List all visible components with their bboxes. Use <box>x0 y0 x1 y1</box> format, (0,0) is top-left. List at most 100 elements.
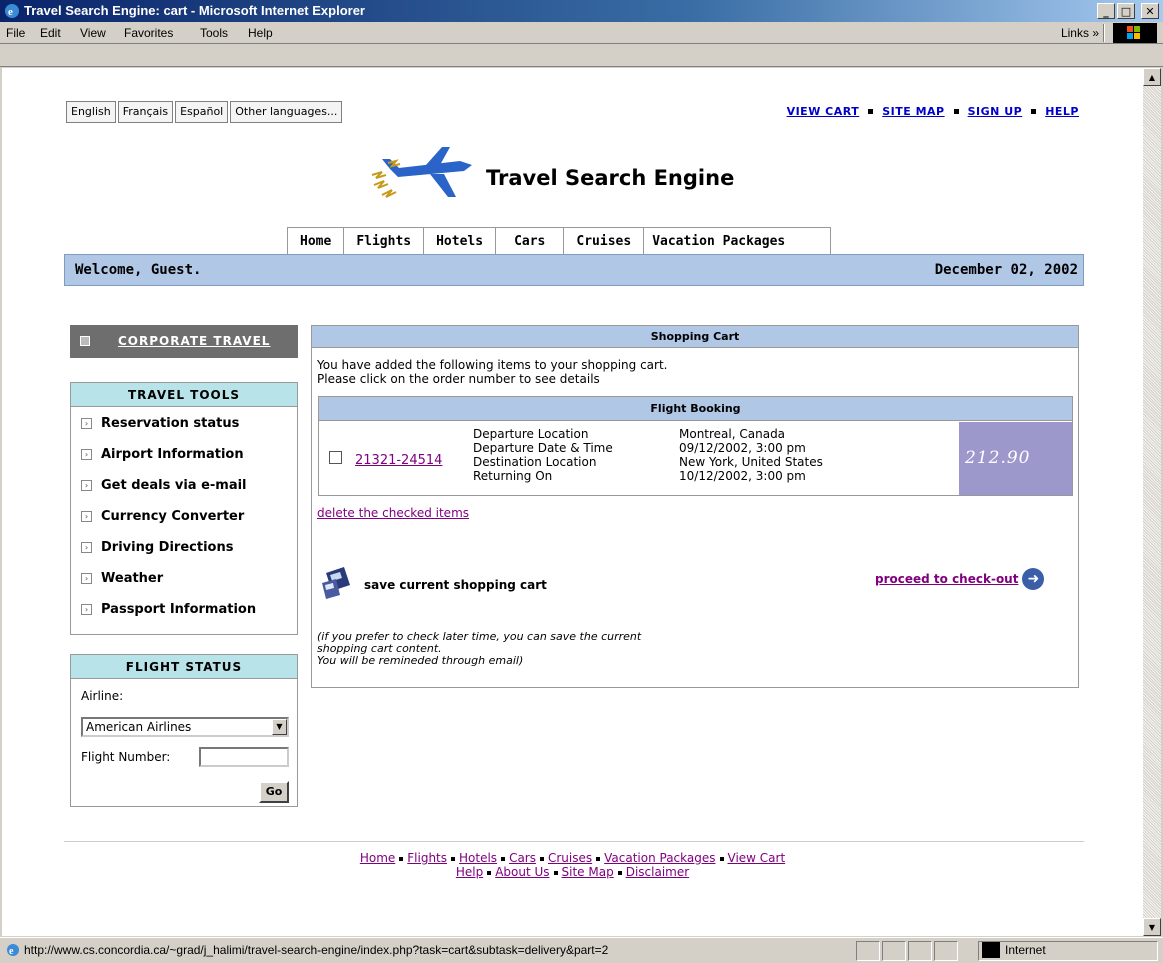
brand-name: Travel Search Engine <box>486 166 735 190</box>
security-zone: Internet <box>1005 943 1046 957</box>
arrow-box-icon: › <box>81 573 92 584</box>
tab-hotels[interactable]: Hotels <box>424 228 497 255</box>
tool-weather[interactable]: › Weather <box>71 565 297 596</box>
main-nav: Home Flights Hotels Cars Cruises Vacatio… <box>287 227 832 255</box>
ie-logo-icon: e <box>5 4 19 18</box>
lang-other[interactable]: Other languages... <box>230 101 343 123</box>
menu-file[interactable]: File <box>6 26 25 40</box>
tool-label: Reservation status <box>101 416 240 431</box>
corporate-travel-link[interactable]: CORPORATE TRAVEL <box>118 334 270 348</box>
separator-square <box>953 109 959 114</box>
flight-booking-heading: Flight Booking <box>319 397 1072 421</box>
booking-labels: Departure Location Departure Date & Time… <box>473 427 613 483</box>
checkout-link[interactable]: proceed to check-out <box>875 572 1018 586</box>
svg-text:e: e <box>8 6 13 18</box>
toolbar-separator <box>1103 24 1105 42</box>
footer-vacation-packages[interactable]: Vacation Packages <box>604 851 715 865</box>
footer-view-cart[interactable]: View Cart <box>728 851 786 865</box>
tool-passport-information[interactable]: › Passport Information <box>71 596 297 627</box>
destination-location-label: Destination Location <box>473 455 597 469</box>
separator-square <box>617 870 622 875</box>
menu-favorites[interactable]: Favorites <box>124 26 173 40</box>
menu-bar: File Edit View Favorites Tools Help Link… <box>0 22 1163 44</box>
tool-label: Driving Directions <box>101 540 234 555</box>
save-cart-icon[interactable] <box>320 563 354 599</box>
footer-home[interactable]: Home <box>360 851 395 865</box>
departure-location-value: Montreal, Canada <box>679 427 786 441</box>
lang-espanol[interactable]: Español <box>175 101 229 123</box>
footer-hotels[interactable]: Hotels <box>459 851 497 865</box>
arrow-box-icon: › <box>81 511 92 522</box>
shopping-cart-panel: Shopping Cart You have added the followi… <box>311 325 1079 688</box>
booking-values: Montreal, Canada 09/12/2002, 3:00 pm New… <box>679 427 823 483</box>
tool-label: Weather <box>101 571 164 586</box>
separator-square <box>719 856 724 861</box>
tab-cars[interactable]: Cars <box>496 228 565 255</box>
tool-label: Currency Converter <box>101 509 245 524</box>
menu-view[interactable]: View <box>80 26 106 40</box>
minimize-button[interactable]: _ <box>1097 3 1115 19</box>
top-links: VIEW CART SITE MAP SIGN UP HELP <box>787 105 1079 118</box>
site-logo[interactable]: Travel Search Engine <box>368 147 788 203</box>
help-link[interactable]: HELP <box>1045 105 1079 118</box>
internet-zone-icon <box>982 942 1000 958</box>
travel-tools-heading: TRAVEL TOOLS <box>71 383 297 407</box>
tool-driving-directions[interactable]: › Driving Directions <box>71 534 297 565</box>
vertical-scrollbar[interactable]: ▲ ▼ <box>1143 68 1161 936</box>
tool-get-deals[interactable]: › Get deals via e-mail <box>71 472 297 503</box>
airline-select[interactable]: American Airlines ▼ <box>81 717 289 737</box>
maximize-button[interactable]: □ <box>1117 3 1135 19</box>
welcome-text: Welcome, Guest. <box>75 262 202 278</box>
corporate-travel-box: CORPORATE TRAVEL <box>70 325 298 358</box>
footer-about-us[interactable]: About Us <box>495 865 549 879</box>
flight-status-box: FLIGHT STATUS Airline: American Airlines… <box>70 654 298 807</box>
lang-english[interactable]: English <box>66 101 116 123</box>
sign-up-link[interactable]: SIGN UP <box>968 105 1023 118</box>
tab-vacation-packages[interactable]: Vacation Packages <box>644 228 831 255</box>
footer-help[interactable]: Help <box>456 865 483 879</box>
tab-cruises[interactable]: Cruises <box>564 228 645 255</box>
footer-cruises[interactable]: Cruises <box>548 851 592 865</box>
site-map-link[interactable]: SITE MAP <box>882 105 944 118</box>
tool-label: Get deals via e-mail <box>101 478 247 493</box>
airplane-logo-icon <box>371 147 472 198</box>
checkout-control: proceed to check-out ➜ <box>875 568 1045 590</box>
scroll-up-button[interactable]: ▲ <box>1143 68 1161 86</box>
menu-tools[interactable]: Tools <box>200 26 228 40</box>
tab-flights[interactable]: Flights <box>344 228 425 255</box>
view-cart-link[interactable]: VIEW CART <box>787 105 860 118</box>
tool-label: Passport Information <box>101 602 257 617</box>
tab-home[interactable]: Home <box>288 228 345 255</box>
order-checkbox[interactable] <box>329 451 342 464</box>
tool-currency-converter[interactable]: › Currency Converter <box>71 503 297 534</box>
menu-help[interactable]: Help <box>248 26 273 40</box>
close-button[interactable]: ✕ <box>1141 3 1159 19</box>
footer-site-map[interactable]: Site Map <box>562 865 614 879</box>
footer-flights[interactable]: Flights <box>407 851 447 865</box>
separator-square <box>596 856 601 861</box>
tool-label: Airport Information <box>101 447 244 462</box>
separator-square <box>501 856 506 861</box>
arrow-box-icon: › <box>81 480 92 491</box>
status-bar: e http://www.cs.concordia.ca/~grad/j_hal… <box>0 937 1163 963</box>
go-button[interactable]: Go <box>259 781 289 803</box>
footer-cars[interactable]: Cars <box>509 851 536 865</box>
returning-on-label: Returning On <box>473 469 553 483</box>
order-number-link[interactable]: 21321-24514 <box>355 453 442 468</box>
lang-francais[interactable]: Français <box>117 101 174 123</box>
tool-airport-information[interactable]: › Airport Information <box>71 441 297 472</box>
scroll-down-button[interactable]: ▼ <box>1143 918 1161 936</box>
plus-square-icon <box>80 336 90 346</box>
travel-tools-box: TRAVEL TOOLS › Reservation status › Airpor… <box>70 382 298 635</box>
delete-checked-link[interactable]: delete the checked items <box>317 506 469 520</box>
arrow-box-icon: › <box>81 418 92 429</box>
tool-reservation-status[interactable]: › Reservation status <box>71 410 297 441</box>
flight-number-input[interactable] <box>199 747 289 767</box>
save-cart-label[interactable]: save current shopping cart <box>364 578 547 592</box>
chevron-down-icon[interactable]: ▼ <box>272 719 287 735</box>
arrow-right-icon[interactable]: ➜ <box>1022 568 1045 590</box>
links-toolbar[interactable]: Links » <box>1061 26 1099 40</box>
footer-divider <box>64 841 1084 842</box>
footer-disclaimer[interactable]: Disclaimer <box>626 865 689 879</box>
menu-edit[interactable]: Edit <box>40 26 61 40</box>
